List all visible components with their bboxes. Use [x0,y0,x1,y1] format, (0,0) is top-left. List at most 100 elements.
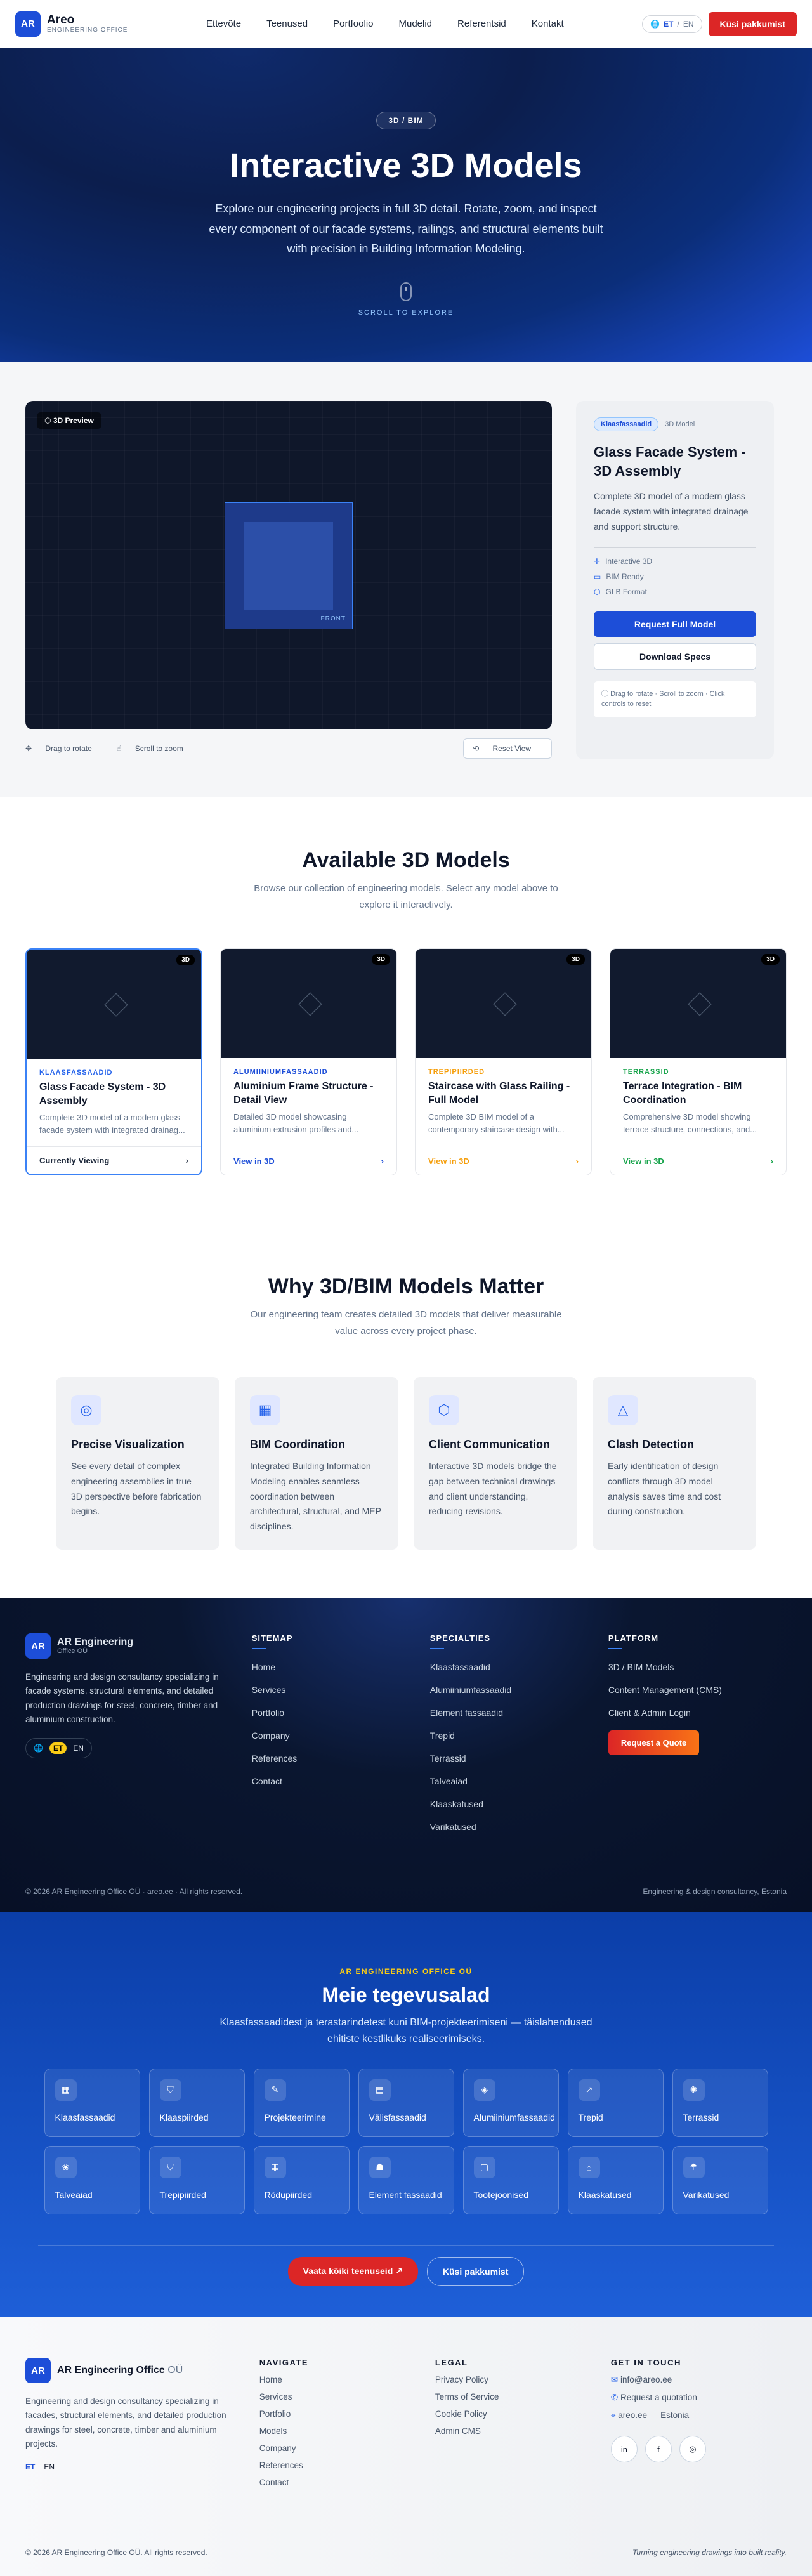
lang-et[interactable]: ET [664,20,673,29]
footer-specialty-link[interactable]: Varikatused [430,1822,608,1832]
model-card-action[interactable]: View in 3D › [610,1147,787,1175]
brand-logo[interactable]: AR [15,11,41,37]
linkedin-icon[interactable]: in [610,2436,638,2462]
footer-logo[interactable]: AR [25,1633,51,1659]
model-card-action[interactable]: Currently Viewing › [27,1146,202,1174]
footer2-nav-link[interactable]: Company [259,2443,435,2453]
mouse-icon[interactable] [400,282,412,301]
footer2-nav-link[interactable]: Services [259,2392,435,2402]
service-card[interactable]: ▦ Rõdupiirded [253,2145,350,2214]
footer-sitemap-link[interactable]: References [252,1753,430,1763]
lang-en[interactable]: EN [44,2462,55,2471]
menu-item-mudelid[interactable]: Mudelid [399,18,433,29]
footer-specialty-link[interactable]: Terrassid [430,1753,608,1763]
footer2-nav-link[interactable]: Home [259,2375,435,2384]
footer-platform-link[interactable]: Content Management (CMS) [608,1685,787,1695]
lang-en[interactable]: EN [73,1744,84,1753]
service-card[interactable]: ▢ Tootejoonised [462,2145,559,2214]
model-card-action[interactable]: View in 3D › [221,1147,397,1175]
service-card[interactable]: ☗ Element fassaadid [358,2145,454,2214]
footer-specialty-link[interactable]: Talveaiad [430,1776,608,1786]
service-card[interactable]: ✺ Terrassid [672,2068,768,2137]
facebook-icon[interactable]: f [645,2436,672,2462]
service-card[interactable]: ▤ Välisfassaadid [358,2068,454,2137]
service-card[interactable]: ↗ Trepid [567,2068,664,2137]
footer-specialty-link[interactable]: Trepid [430,1730,608,1741]
model-card[interactable]: 3D KLAASFASSAADID Glass Facade System - 3D… [25,948,203,1175]
brand[interactable]: AR Areo ENGINEERING OFFICE [15,11,128,37]
reset-view-button[interactable]: ⟲ Reset View [463,738,552,759]
footer-sitemap-link[interactable]: Portfolio [252,1708,430,1718]
footer2-legal-link[interactable]: Privacy Policy [435,2375,611,2384]
menu-item-ettevote[interactable]: Ettevõte [206,18,241,29]
view-all-services-button[interactable]: Vaata kõiki teenuseid ↗ [287,2256,418,2286]
model-card[interactable]: 3D TERRASSID Terrace Integration - BIM Coo… [610,948,787,1175]
service-card[interactable]: ◈ Alumiiniumfassaadid [462,2068,559,2137]
model-thumbnail[interactable]: 3D [416,949,592,1058]
footer-sitemap-link[interactable]: Contact [252,1776,430,1786]
service-card[interactable]: ❀ Talveaiad [44,2145,140,2214]
location-link[interactable]: ⌖ areo.ee — Estonia [611,2410,787,2421]
menu-item-portfoolio[interactable]: Portfoolio [333,18,373,29]
email-link[interactable]: ✉ info@areo.ee [611,2375,787,2385]
model-description: Complete 3D model of a modern glass faca… [594,491,749,532]
model-card[interactable]: 3D TREPIPIIRDED Staircase with Glass Raili… [415,948,593,1175]
footer-platform-link[interactable]: Client & Admin Login [608,1708,787,1718]
face-label: FRONT [320,615,346,622]
footer-sitemap-link[interactable]: Company [252,1730,430,1741]
menu-item-kontakt[interactable]: Kontakt [532,18,564,29]
service-card[interactable]: ▦ Klaasfassaadid [44,2068,140,2137]
footer2-legal-link[interactable]: Cookie Policy [435,2409,611,2419]
model-card-description: Detailed 3D model showcasing aluminium e… [233,1112,359,1134]
footer-specialty-link[interactable]: Alumiiniumfassaadid [430,1685,608,1695]
footer2-legal-link[interactable]: Terms of Service [435,2392,611,2402]
footer-sitemap-link[interactable]: Services [252,1685,430,1695]
footer2-legal-link[interactable]: Admin CMS [435,2426,611,2436]
request-full-model-button[interactable]: Request Full Model [594,611,756,637]
get-in-touch-heading: GET IN TOUCH [610,2358,681,2367]
request-quote-footer-button[interactable]: Request a Quote [608,1730,700,1755]
lang-et[interactable]: ET [49,1742,67,1755]
lang-en[interactable]: EN [683,20,694,29]
menu-item-teenused[interactable]: Teenused [266,18,308,29]
download-specs-button[interactable]: Download Specs [594,643,756,670]
footer2-nav-link[interactable]: Contact [259,2478,435,2487]
request-quote-button[interactable]: Küsi pakkumist [708,11,797,36]
service-card[interactable]: ⛉ Klaaspiirded [148,2068,245,2137]
request-quote-services-button[interactable]: Küsi pakkumist [426,2256,525,2286]
footer-specialty-link[interactable]: Klaasfassaadid [430,1662,608,1672]
legal-heading: LEGAL [435,2358,468,2367]
language-switcher[interactable]: 🌐 ET / EN [642,15,702,33]
3d-canvas[interactable]: ⬡ 3D Preview FRONT [25,401,552,729]
service-card[interactable]: ⛉ Trepipiirded [148,2145,245,2214]
footer-specialty-link[interactable]: Element fassaadid [430,1708,608,1718]
footer2-logo[interactable]: AR [25,2358,51,2383]
model-thumbnail[interactable]: 3D [27,950,202,1059]
instagram-icon[interactable]: ◎ [679,2436,706,2462]
arrow-up-right-icon: ↗ [395,2265,403,2276]
model-thumbnail[interactable]: 3D [610,949,787,1058]
hexagon-icon: ⬡ [594,587,601,596]
model-thumbnail[interactable]: 3D [221,949,397,1058]
footer2-nav-link[interactable]: Portfolio [259,2409,435,2419]
category-chip[interactable]: Klaasfassaadid [594,417,659,431]
menu-item-referentsid[interactable]: Referentsid [457,18,506,29]
service-card[interactable]: ⌂ Klaaskatused [567,2145,664,2214]
model-card[interactable]: 3D ALUMIINIUMFASSAADID Aluminium Frame Str… [220,948,398,1175]
why-card-title: Clash Detection [608,1438,695,1451]
footer-specialty-link[interactable]: Klaaskatused [430,1799,608,1809]
service-card[interactable]: ✎ Projekteerimine [253,2068,350,2137]
model-card-body: ALUMIINIUMFASSAADID Aluminium Frame Struc… [221,1058,396,1146]
service-card[interactable]: ☂ Varikatused [672,2145,768,2214]
footer-platform-link[interactable]: 3D / BIM Models [608,1662,787,1672]
quotation-link[interactable]: ✆ Request a quotation [611,2393,787,2403]
footer-sitemap-link[interactable]: Home [252,1662,430,1672]
footer-language-switcher[interactable]: 🌐 ET EN [25,1738,92,1759]
model-card-action[interactable]: View in 3D › [416,1147,592,1175]
model-card-description: Comprehensive 3D model showing terrace s… [623,1112,757,1134]
why-card: △ Clash Detection Early identification of … [593,1377,756,1550]
footer2-nav-link[interactable]: References [259,2461,435,2470]
model-cube[interactable]: FRONT [225,502,353,629]
lang-et[interactable]: ET [25,2462,35,2471]
footer2-nav-link[interactable]: Models [259,2426,435,2436]
